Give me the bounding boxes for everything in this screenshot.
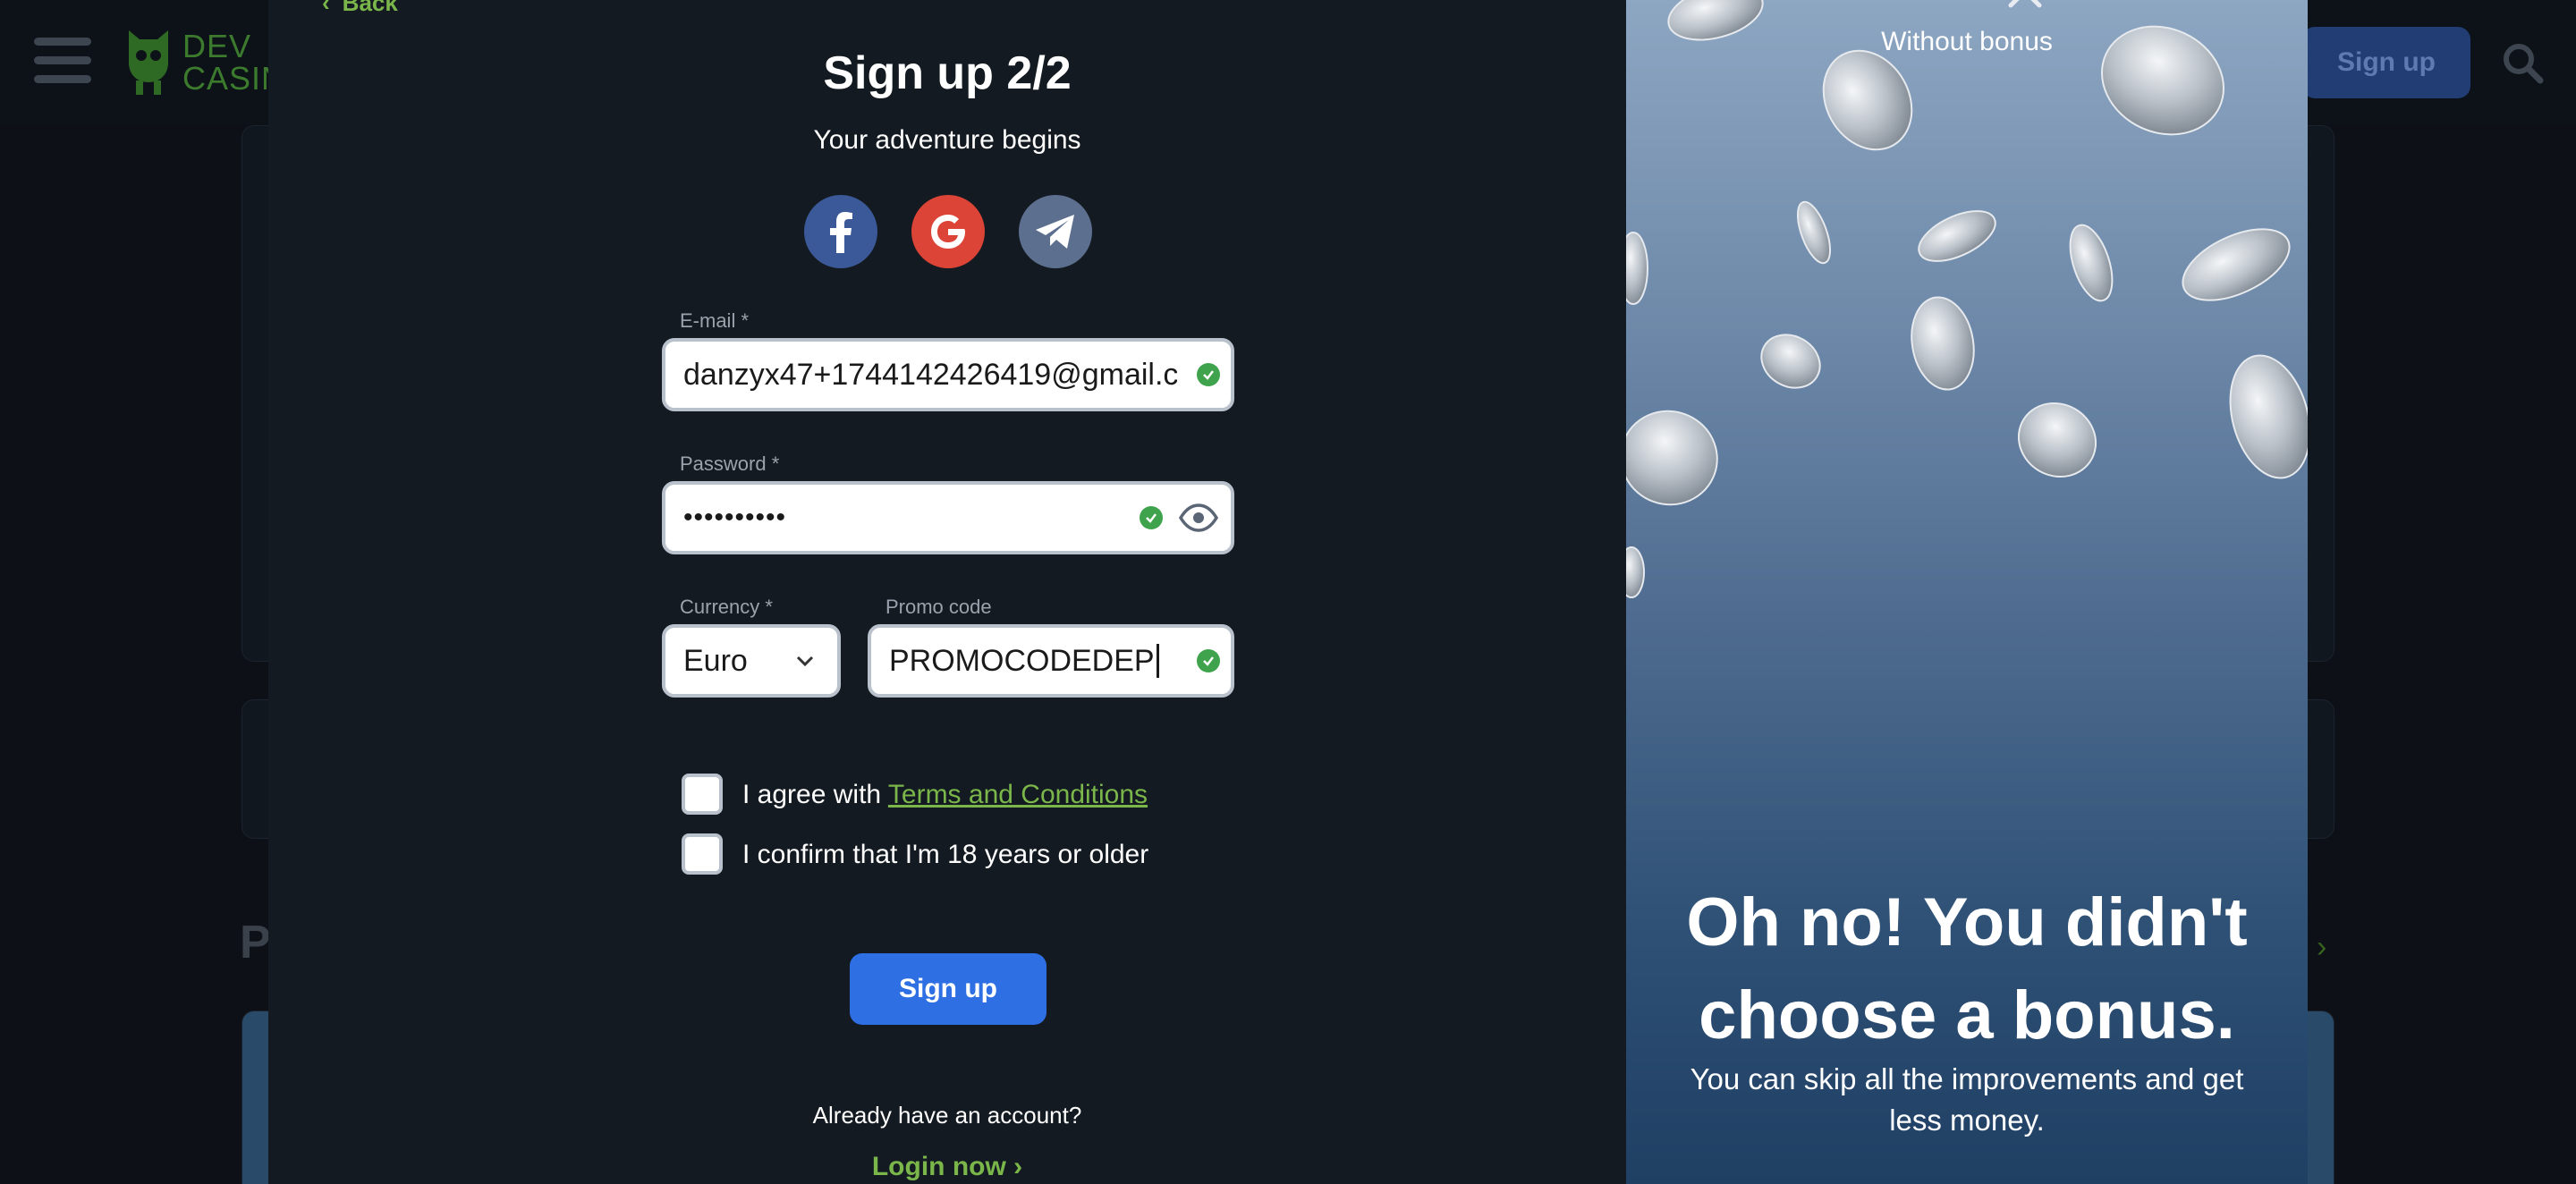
terms-text: I agree with Terms and Conditions bbox=[742, 780, 1148, 809]
header-signup-button[interactable]: Sign up bbox=[2302, 27, 2470, 98]
valid-check-icon bbox=[1197, 363, 1220, 386]
currency-select[interactable]: Euro bbox=[662, 624, 841, 698]
email-field[interactable]: danzyx47+1744142426419@gmail.com bbox=[662, 338, 1234, 411]
terms-link[interactable]: Terms and Conditions bbox=[888, 780, 1148, 809]
age-text: I confirm that I'm 18 years or older bbox=[742, 840, 1149, 869]
text-caret bbox=[1156, 644, 1159, 678]
valid-check-icon bbox=[1197, 649, 1220, 672]
signup-submit-button[interactable]: Sign up bbox=[850, 953, 1046, 1025]
currency-label: Currency * bbox=[680, 596, 773, 618]
coins-illustration bbox=[1626, 0, 2308, 598]
password-label: Password * bbox=[680, 452, 780, 475]
promo-label: Promo code bbox=[886, 596, 992, 618]
google-icon bbox=[931, 215, 965, 249]
facebook-icon bbox=[830, 212, 852, 253]
telegram-button[interactable] bbox=[1019, 195, 1092, 268]
facebook-button[interactable] bbox=[804, 195, 877, 268]
bonus-description: You can skip all the improvements and ge… bbox=[1690, 1062, 2244, 1137]
promo-value: PROMOCODEDEP bbox=[889, 643, 1155, 678]
signup-modal: ‹ Back Sign up 2/2 Your adventure begins… bbox=[268, 0, 2308, 1184]
have-account-text: Already have an account? bbox=[812, 1102, 1082, 1129]
telegram-icon bbox=[1036, 215, 1074, 249]
menu-icon[interactable] bbox=[34, 38, 91, 84]
age-checkbox[interactable] bbox=[682, 833, 723, 875]
signup-form-panel: ‹ Back Sign up 2/2 Your adventure begins… bbox=[268, 0, 1626, 1184]
promo-code-field[interactable]: PROMOCODEDEP bbox=[868, 624, 1234, 698]
currency-value: Euro bbox=[683, 643, 748, 678]
chevron-left-icon: ‹ bbox=[322, 0, 330, 16]
password-value: •••••••••• bbox=[683, 503, 787, 532]
chevron-down-icon bbox=[796, 655, 814, 667]
email-value: danzyx47+1744142426419@gmail.com bbox=[683, 357, 1177, 392]
eye-icon[interactable] bbox=[1179, 501, 1218, 535]
bonus-headline: Oh no! You didn't choose a bonus. bbox=[1686, 884, 2248, 1053]
modal-title: Sign up 2/2 bbox=[823, 47, 1072, 99]
modal-subtitle: Your adventure begins bbox=[813, 125, 1081, 155]
chevron-right-icon[interactable]: › bbox=[2317, 930, 2326, 965]
bonus-panel: Without bonus Oh no! You didn't choose a… bbox=[1626, 0, 2308, 1184]
password-field[interactable]: •••••••••• bbox=[662, 481, 1234, 554]
chevron-right-icon: › bbox=[1013, 1152, 1023, 1181]
login-now-link[interactable]: Login now › bbox=[268, 1152, 1626, 1182]
terms-checkbox[interactable] bbox=[682, 774, 723, 815]
back-button[interactable]: ‹ Back bbox=[322, 0, 398, 17]
without-bonus-tab[interactable]: Without bonus bbox=[1626, 27, 2308, 57]
close-icon[interactable] bbox=[1998, 0, 2052, 18]
logo-icon[interactable] bbox=[123, 27, 174, 97]
valid-check-icon bbox=[1140, 506, 1163, 529]
section-title: P bbox=[240, 917, 271, 968]
email-label: E-mail * bbox=[680, 309, 750, 332]
search-icon[interactable] bbox=[2501, 41, 2544, 84]
google-button[interactable] bbox=[911, 195, 985, 268]
